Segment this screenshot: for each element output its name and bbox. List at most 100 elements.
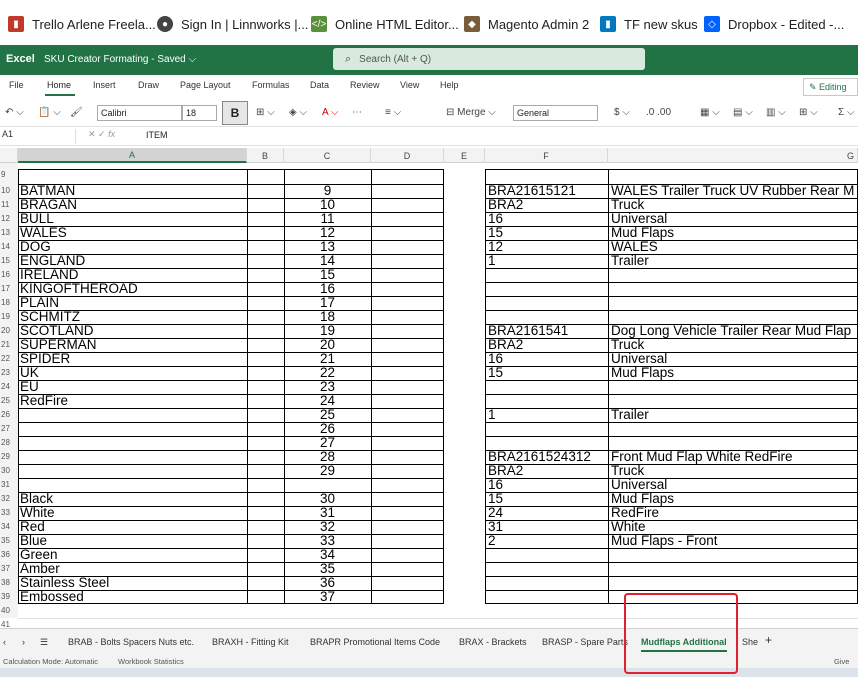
row-header[interactable]: 31 bbox=[0, 480, 18, 489]
cell-a-39[interactable]: Embossed bbox=[20, 590, 84, 604]
font-color-icon[interactable]: A ⌵ bbox=[322, 103, 338, 121]
cell-f-20[interactable]: BRA2161541 bbox=[488, 324, 568, 338]
cell-f-13[interactable]: 15 bbox=[488, 226, 503, 240]
menu-insert[interactable]: Insert bbox=[93, 80, 116, 90]
cell-a-36[interactable]: Green bbox=[20, 548, 58, 562]
row-header[interactable]: 14 bbox=[0, 242, 18, 251]
row-header[interactable]: 9 bbox=[0, 170, 18, 179]
row-header[interactable]: 10 bbox=[0, 186, 18, 195]
cell-g-14[interactable]: WALES bbox=[611, 240, 658, 254]
cell-c-15[interactable]: 14 bbox=[284, 254, 371, 268]
cell-g-22[interactable]: Universal bbox=[611, 352, 667, 366]
cell-g-10[interactable]: WALES Trailer Truck UV Rubber Rear M bbox=[611, 184, 854, 198]
prev-sheet-icon[interactable]: ‹ bbox=[3, 637, 6, 647]
row-header[interactable]: 23 bbox=[0, 368, 18, 377]
search-box[interactable]: ⌕ Search (Alt + Q) bbox=[333, 48, 645, 70]
cell-a-25[interactable]: RedFire bbox=[20, 394, 68, 408]
autosum-icon[interactable]: Σ ⌵ bbox=[838, 103, 855, 121]
font-size-dropdown[interactable]: 18 bbox=[182, 105, 217, 121]
cell-f-12[interactable]: 16 bbox=[488, 212, 503, 226]
cell-f-31[interactable]: 16 bbox=[488, 478, 503, 492]
row-header[interactable]: 15 bbox=[0, 256, 18, 265]
cell-g-29[interactable]: Front Mud Flap White RedFire bbox=[611, 450, 793, 464]
cell-f-14[interactable]: 12 bbox=[488, 240, 503, 254]
row-header[interactable]: 13 bbox=[0, 228, 18, 237]
row-header[interactable]: 40 bbox=[0, 606, 18, 615]
cell-a-34[interactable]: Red bbox=[20, 520, 45, 534]
currency-button[interactable]: $ ⌵ bbox=[614, 103, 630, 121]
cell-a-13[interactable]: WALES bbox=[20, 226, 67, 240]
cell-a-38[interactable]: Stainless Steel bbox=[20, 576, 109, 590]
cell-f-22[interactable]: 16 bbox=[488, 352, 503, 366]
cell-c-29[interactable]: 28 bbox=[284, 450, 371, 464]
cell-f-29[interactable]: BRA2161524312 bbox=[488, 450, 591, 464]
cell-a-21[interactable]: SUPERMAN bbox=[20, 338, 97, 352]
cell-f-30[interactable]: BRA2 bbox=[488, 464, 523, 478]
col-header-f[interactable]: F bbox=[485, 148, 608, 163]
cell-a-12[interactable]: BULL bbox=[20, 212, 54, 226]
row-header[interactable]: 39 bbox=[0, 592, 18, 601]
insert-cells-icon[interactable]: ⊞ ⌵ bbox=[799, 103, 818, 121]
row-header[interactable]: 24 bbox=[0, 382, 18, 391]
fill-color-icon[interactable]: ◈ ⌵ bbox=[289, 103, 307, 121]
bookmark-magento[interactable]: ◆ Magento Admin 2 bbox=[464, 14, 589, 34]
cell-g-26[interactable]: Trailer bbox=[611, 408, 649, 422]
cell-g-11[interactable]: Truck bbox=[611, 198, 644, 212]
row-header[interactable]: 30 bbox=[0, 466, 18, 475]
tab-brab[interactable]: BRAB - Bolts Spacers Nuts etc. bbox=[68, 637, 194, 647]
row-header[interactable]: 38 bbox=[0, 578, 18, 587]
col-header-e[interactable]: E bbox=[444, 148, 485, 163]
cell-g-20[interactable]: Dog Long Vehicle Trailer Rear Mud Flap bbox=[611, 324, 851, 338]
row-header[interactable]: 32 bbox=[0, 494, 18, 503]
align-icon[interactable]: ≡ ⌵ bbox=[385, 103, 401, 121]
cell-c-21[interactable]: 20 bbox=[284, 338, 371, 352]
tab-she[interactable]: She bbox=[742, 637, 758, 647]
cell-a-17[interactable]: KINGOFTHEROAD bbox=[20, 282, 138, 296]
select-all-corner[interactable] bbox=[0, 148, 18, 163]
tab-brax[interactable]: BRAX - Brackets bbox=[459, 637, 527, 647]
cell-c-26[interactable]: 25 bbox=[284, 408, 371, 422]
tab-brapr[interactable]: BRAPR Promotional Items Code bbox=[310, 637, 440, 647]
row-header[interactable]: 21 bbox=[0, 340, 18, 349]
cell-f-21[interactable]: BRA2 bbox=[488, 338, 523, 352]
next-sheet-icon[interactable]: › bbox=[22, 637, 25, 647]
cell-f-35[interactable]: 2 bbox=[488, 534, 496, 548]
bookmark-linnworks[interactable]: ● Sign In | Linnworks |... bbox=[157, 14, 308, 34]
cell-c-25[interactable]: 24 bbox=[284, 394, 371, 408]
cell-a-20[interactable]: SCOTLAND bbox=[20, 324, 94, 338]
row-header[interactable]: 28 bbox=[0, 438, 18, 447]
cell-a-16[interactable]: IRELAND bbox=[20, 268, 79, 282]
font-name-dropdown[interactable]: Calibri bbox=[97, 105, 182, 121]
row-header[interactable]: 33 bbox=[0, 508, 18, 517]
cell-a-14[interactable]: DOG bbox=[20, 240, 51, 254]
cell-g-35[interactable]: Mud Flaps - Front bbox=[611, 534, 718, 548]
cell-a-33[interactable]: White bbox=[20, 506, 55, 520]
cell-c-23[interactable]: 22 bbox=[284, 366, 371, 380]
row-header[interactable]: 16 bbox=[0, 270, 18, 279]
formula-input[interactable]: ITEM bbox=[146, 130, 168, 140]
cell-c-38[interactable]: 36 bbox=[284, 576, 371, 590]
cell-a-19[interactable]: SCHMITZ bbox=[20, 310, 80, 324]
cell-a-10[interactable]: BATMAN bbox=[20, 184, 75, 198]
row-header[interactable]: 17 bbox=[0, 284, 18, 293]
cell-g-15[interactable]: Trailer bbox=[611, 254, 649, 268]
row-header[interactable]: 29 bbox=[0, 452, 18, 461]
cell-c-35[interactable]: 33 bbox=[284, 534, 371, 548]
cell-a-15[interactable]: ENGLAND bbox=[20, 254, 85, 268]
cell-c-39[interactable]: 37 bbox=[284, 590, 371, 604]
row-header[interactable]: 18 bbox=[0, 298, 18, 307]
col-header-a[interactable]: A bbox=[18, 148, 247, 163]
cell-c-18[interactable]: 17 bbox=[284, 296, 371, 310]
cell-c-14[interactable]: 13 bbox=[284, 240, 371, 254]
menu-view[interactable]: View bbox=[400, 80, 419, 90]
cell-a-23[interactable]: UK bbox=[20, 366, 39, 380]
bookmark-html-editor[interactable]: </> Online HTML Editor... bbox=[311, 14, 459, 34]
row-header[interactable]: 26 bbox=[0, 410, 18, 419]
cell-styles-icon[interactable]: ▥ ⌵ bbox=[766, 103, 786, 121]
cell-f-11[interactable]: BRA2 bbox=[488, 198, 523, 212]
bookmark-tf-new-skus[interactable]: ▮ TF new skus bbox=[600, 14, 698, 34]
cell-f-15[interactable]: 1 bbox=[488, 254, 496, 268]
menu-formulas[interactable]: Formulas bbox=[252, 80, 290, 90]
cell-f-33[interactable]: 24 bbox=[488, 506, 503, 520]
row-header[interactable]: 35 bbox=[0, 536, 18, 545]
